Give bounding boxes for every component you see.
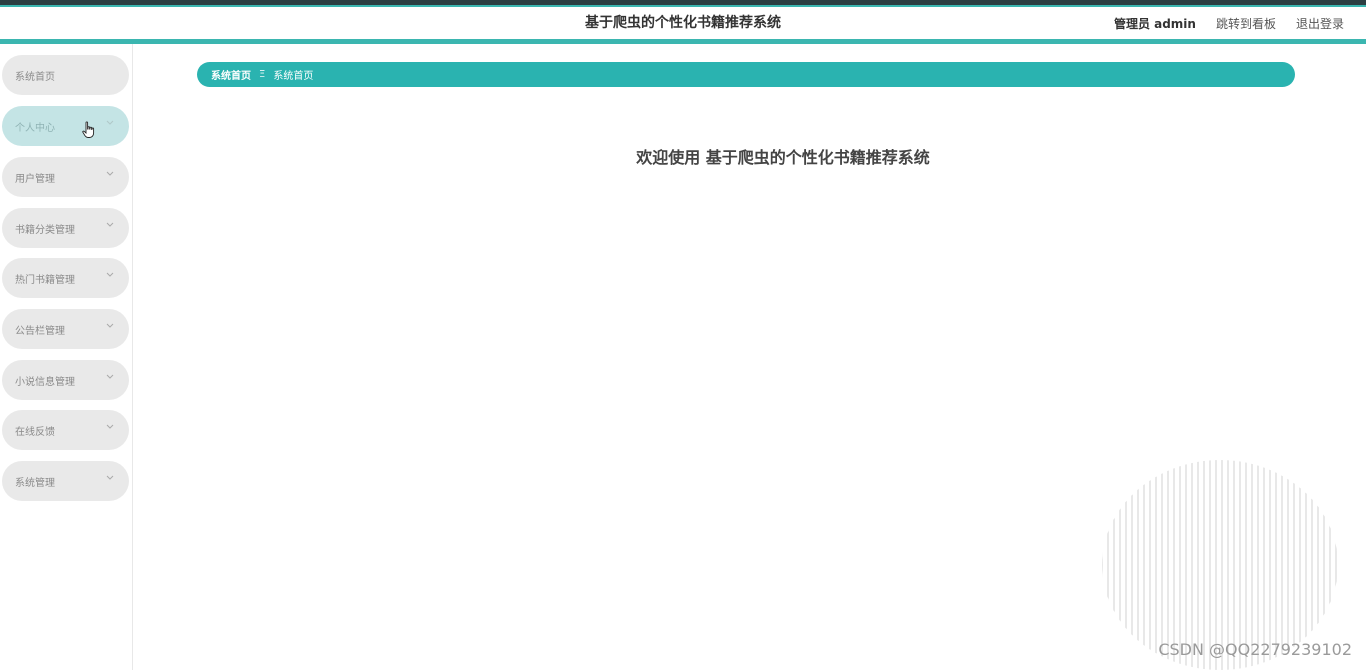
sidebar-item-novel-info-management[interactable]: 小说信息管理 [2,360,129,400]
chevron-down-icon [106,475,114,480]
sidebar-item-label: 公告栏管理 [15,325,65,337]
chevron-down-icon [106,272,114,277]
breadcrumb-current: 系统首页 [273,71,314,82]
breadcrumb-home-link[interactable]: 系统首页 [211,67,251,82]
chevron-down-icon [106,323,114,328]
sidebar-item-label: 个人中心 [15,122,55,134]
sidebar-item-book-category-management[interactable]: 书籍分类管理 [2,208,129,248]
chevron-down-icon [106,374,114,379]
sidebar-item-user-management[interactable]: 用户管理 [2,157,129,197]
watermark-text: CSDN @QQ2279239102 [1158,640,1352,659]
chevron-down-icon [106,424,114,429]
welcome-heading: 欢迎使用 基于爬虫的个性化书籍推荐系统 [636,148,930,167]
dashboard-link[interactable]: 跳转到看板 [1216,15,1276,32]
sidebar-item-hot-book-management[interactable]: 热门书籍管理 [2,258,129,298]
hand-pointer-cursor-icon [82,121,95,138]
sidebar-item-label: 在线反馈 [15,426,55,438]
sidebar-item-online-feedback[interactable]: 在线反馈 [2,410,129,450]
sidebar-item-label: 小说信息管理 [15,376,75,388]
sidebar-item-system-management[interactable]: 系统管理 [2,461,129,501]
decorative-striped-circle [1102,460,1337,670]
sidebar-item-label: 系统管理 [15,477,55,489]
top-accent-stripe [0,0,1366,7]
logout-link[interactable]: 退出登录 [1296,15,1344,32]
chevron-down-icon [106,171,114,176]
chevron-down-icon [106,120,114,125]
sidebar-item-bulletin-management[interactable]: 公告栏管理 [2,309,129,349]
header-actions: 管理员 admin 跳转到看板 退出登录 [1114,7,1344,39]
chevron-down-icon [106,222,114,227]
sidebar: 系统首页 个人中心 用户管理 书籍分类管理 热门书籍管理 公告栏管理 小说信息管… [0,44,133,670]
admin-user-label: 管理员 admin [1113,16,1196,31]
breadcrumb-separator: Ξ [259,69,266,80]
sidebar-item-label: 热门书籍管理 [15,274,75,286]
sidebar-item-label: 书籍分类管理 [15,224,75,236]
sidebar-item-label: 用户管理 [15,173,55,185]
sidebar-item-home[interactable]: 系统首页 [2,55,129,95]
breadcrumb: 系统首页 Ξ 系统首页 [197,62,1295,87]
sidebar-item-label: 系统首页 [15,71,55,83]
sidebar-item-personal-center[interactable]: 个人中心 [2,106,129,146]
header-divider [0,39,1366,44]
